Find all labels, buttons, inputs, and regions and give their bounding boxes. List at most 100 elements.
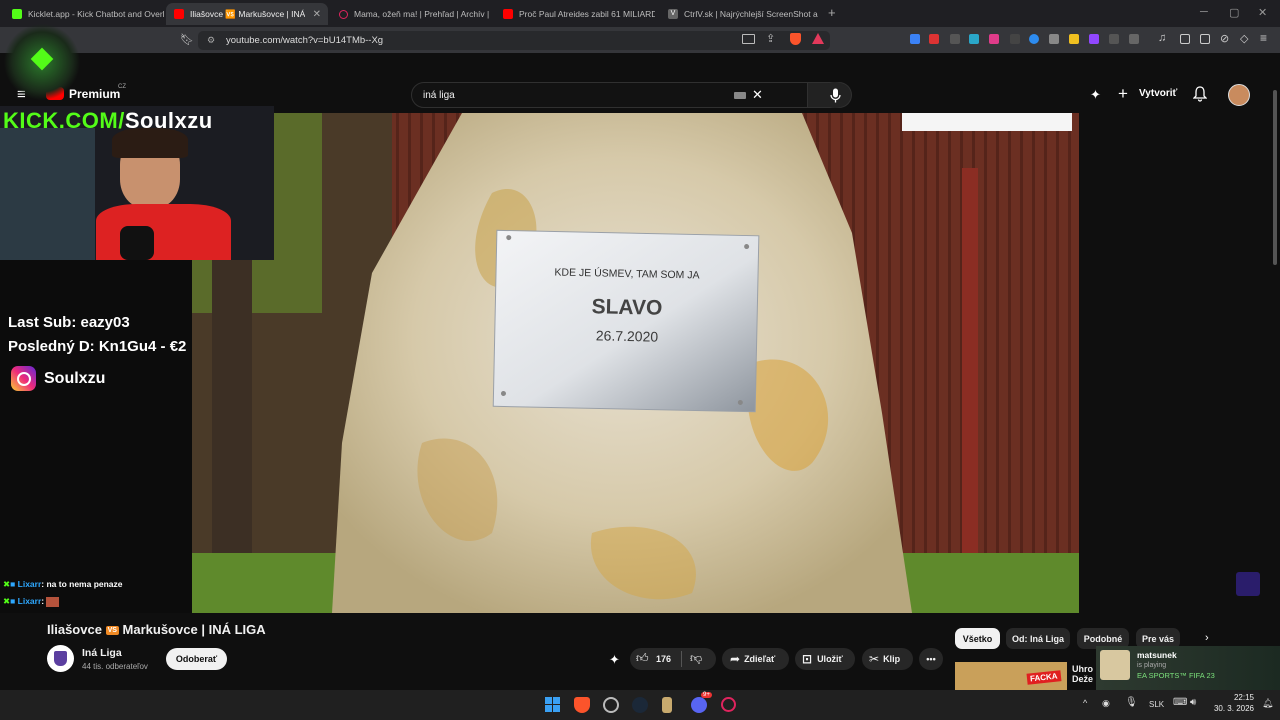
sidebar-icon[interactable] [1180, 34, 1190, 44]
close-tab-icon[interactable]: ✕ [313, 9, 321, 20]
channel-name[interactable]: Iná Liga [82, 647, 122, 659]
extension-icon[interactable] [1089, 34, 1099, 44]
chip-all[interactable]: Všetko [955, 628, 1000, 649]
chip-from-channel[interactable]: Od: Iná Liga [1006, 628, 1070, 649]
dislike-button[interactable]: 👎︎ [690, 651, 702, 666]
discord-username: matsunek [1137, 650, 1177, 660]
create-plus-icon[interactable]: + [1118, 84, 1128, 104]
extension-icon[interactable] [969, 34, 979, 44]
wallet-icon[interactable] [1200, 34, 1210, 44]
brave-icon[interactable] [574, 697, 590, 713]
new-tab-button[interactable]: + [828, 5, 836, 20]
url-field[interactable]: ⚙︎ youtube.com/watch?v=bU14TMb--Xg [198, 31, 830, 50]
share-icon[interactable]: ⇪ [766, 32, 775, 45]
notification-center-icon[interactable]: 🔔︎ [1262, 698, 1273, 709]
bookmark-icon[interactable]: 🔖︎ [180, 33, 194, 46]
chat-text: : [41, 596, 45, 606]
clip-button[interactable]: ✂ Klip [862, 648, 913, 670]
language-indicator[interactable]: SLK [1149, 700, 1164, 709]
youtube-icon [174, 9, 184, 19]
extension-icon[interactable] [1109, 34, 1119, 44]
microphone [120, 226, 154, 260]
steam-icon[interactable] [632, 697, 648, 713]
brave-shield-icon[interactable] [790, 33, 801, 45]
tray-expand-icon[interactable]: ^ [1083, 698, 1087, 708]
verified-badge-icon: ■ [10, 579, 16, 589]
extension-icon[interactable] [950, 34, 960, 44]
discord-activity-popup[interactable]: matsunek is playing EA SPORTS™ FIFA 23 [1096, 646, 1280, 690]
opera-icon[interactable] [721, 697, 736, 712]
video-player[interactable]: KDE JE ÚSMEV, TAM SOM JA SLAVO 26.7.2020 [192, 113, 1079, 613]
recommended-thumbnail[interactable]: FACKA [955, 662, 1067, 690]
volume-icon[interactable]: 🔊︎ [1190, 697, 1196, 708]
extensions-menu-icon[interactable] [1129, 34, 1139, 44]
discord-badge: 9+ [701, 692, 712, 698]
channel-avatar[interactable] [47, 645, 74, 672]
youtube-premium-logo[interactable]: Premium [69, 87, 120, 101]
minimize-icon[interactable]: ─ [1200, 6, 1208, 18]
discord-tray-icon[interactable]: ◉ [1102, 698, 1110, 709]
user-avatar[interactable] [1228, 84, 1250, 106]
clock-date[interactable]: 30. 3. 2026 [1202, 704, 1254, 713]
close-window-icon[interactable]: ✕ [1258, 6, 1267, 19]
like-button[interactable]: 👍︎ [636, 651, 649, 666]
media-icon[interactable]: ♫ [1158, 32, 1166, 44]
microphone-tray-icon[interactable]: 🎙︎ [1125, 697, 1138, 708]
cast-icon[interactable] [742, 34, 755, 44]
last-donation-label: Posledný D: Kn1Gu4 - €2 [8, 338, 187, 355]
share-button[interactable]: ➦ Zdieľať [722, 648, 789, 670]
tab-label: Proč Paul Atreides zabil 61 MILIARD l [519, 9, 655, 19]
league-name: INÁ LIGA [208, 622, 266, 637]
notifications-icon[interactable] [1192, 86, 1208, 107]
discord-icon[interactable] [691, 697, 707, 713]
video-title: Iliašovce VS Markušovce | INÁ LIGA [47, 622, 266, 637]
extension-icon[interactable] [1049, 34, 1059, 44]
gemini-ask-icon[interactable]: ✦ [1090, 87, 1101, 103]
browser-menu-icon[interactable]: ≡ [1260, 31, 1267, 45]
extension-icon[interactable] [1029, 34, 1039, 44]
extension-icon[interactable] [1069, 34, 1079, 44]
gemini-ask-icon[interactable]: ✦ [609, 652, 620, 668]
translate-extension-icon[interactable] [910, 34, 920, 44]
windows-start-icon[interactable] [545, 697, 560, 712]
extension-icon[interactable] [1010, 34, 1020, 44]
maximize-icon[interactable]: ▢ [1229, 6, 1239, 19]
recommended-title-line: Deže [1072, 674, 1094, 684]
save-label: Uložiť [817, 654, 843, 664]
network-icon[interactable]: ⌨︎ [1173, 697, 1187, 708]
tab-archive[interactable]: Mama, ožeň ma! | Prehľad | Archív | T [331, 3, 491, 25]
obs-icon[interactable] [603, 697, 619, 713]
extension-icon[interactable] [989, 34, 999, 44]
subscribe-button[interactable]: Odoberať [166, 648, 227, 670]
tab-ctrlv[interactable]: V CtrlV.sk | Najrýchlejší ScreenShot a P [660, 3, 820, 25]
clock-time[interactable]: 22:15 [1208, 693, 1254, 702]
more-actions-button[interactable]: ••• [919, 648, 943, 670]
chips-next-icon[interactable]: › [1205, 632, 1209, 644]
keyboard-icon[interactable] [734, 92, 746, 99]
kick-channel-banner: KICK.COM/Soulxzu [3, 108, 213, 134]
recommended-title[interactable]: Uhro Deže [1072, 664, 1093, 684]
discord-status: is playing [1137, 662, 1167, 669]
adblock-extension-icon[interactable] [929, 34, 939, 44]
vpn-icon[interactable]: ⊘ [1220, 32, 1229, 45]
channel-watermark[interactable] [1236, 572, 1260, 596]
brave-rewards-icon[interactable] [812, 33, 824, 44]
tab-kicklet[interactable]: Kicklet.app - Kick Chatbot and Overla [4, 3, 164, 25]
kick-username: Soulxzu [124, 108, 213, 133]
last-sub-label: Last Sub: eazy03 [8, 314, 130, 331]
clip-label: Klip [883, 654, 901, 664]
team-a: Iliašovce [47, 622, 102, 637]
search-input[interactable]: iná liga ✕ [411, 82, 808, 108]
create-button[interactable]: Vytvoriť [1139, 88, 1177, 99]
share-icon: ➦ [730, 652, 741, 666]
shield-icon[interactable]: ◇ [1240, 32, 1248, 45]
save-button[interactable]: ⊡ Uložiť [795, 648, 855, 670]
tab-youtube-video[interactable]: Iliašovce 🆚 Markušovce | INÁ LIGA ✕ [166, 3, 328, 25]
clear-search-icon[interactable]: ✕ [752, 87, 763, 103]
voice-search-button[interactable] [821, 82, 849, 108]
site-info-icon[interactable]: ⚙︎ [207, 35, 215, 46]
tab-dune-video[interactable]: Proč Paul Atreides zabil 61 MILIARD l [495, 3, 655, 25]
league-icon[interactable] [662, 697, 672, 713]
like-count: 176 [656, 654, 672, 664]
page-scrollbar[interactable] [1273, 90, 1277, 265]
